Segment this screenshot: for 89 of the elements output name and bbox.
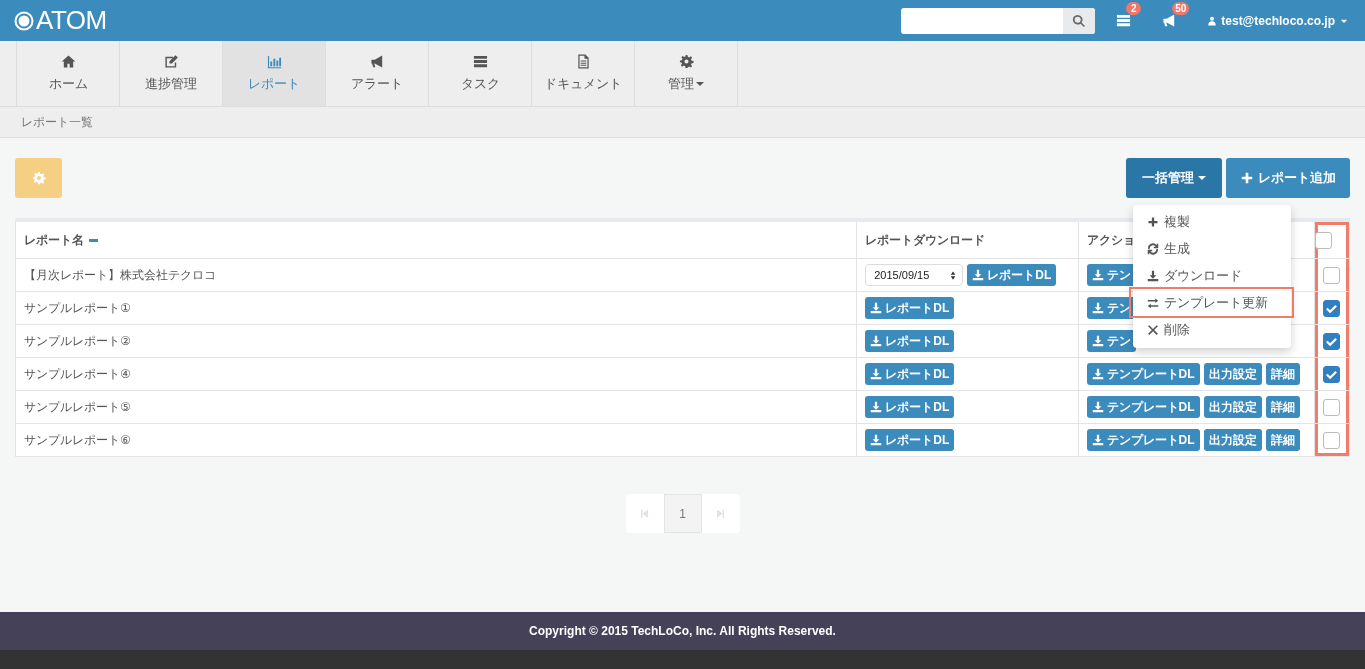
download-icon xyxy=(1147,269,1159,282)
download-icon xyxy=(1091,434,1104,446)
download-icon xyxy=(972,269,985,281)
user-menu[interactable]: test@techloco.co.jp xyxy=(1207,13,1349,28)
breadcrumb[interactable]: レポート一覧 xyxy=(21,113,93,131)
bulk-manage-button[interactable]: 一括管理 xyxy=(1126,158,1222,198)
page-button[interactable]: 1 xyxy=(663,494,702,533)
list-icon[interactable] xyxy=(1115,13,1133,28)
action-button[interactable]: 詳細 xyxy=(1265,429,1300,451)
table-cell: 【月次レポート】株式会社テクロコ xyxy=(15,258,857,292)
megaphone-icon xyxy=(369,54,385,69)
last-page-icon xyxy=(715,508,726,519)
home-icon xyxy=(60,54,76,69)
menu-item[interactable]: ダウンロード xyxy=(1133,262,1291,289)
list-icon xyxy=(472,54,488,69)
download-button[interactable]: レポートDL xyxy=(865,396,955,418)
count-badge: 50 xyxy=(1172,1,1190,15)
download-icon xyxy=(870,302,883,314)
date-field[interactable]: 2015/09/15 xyxy=(865,264,964,286)
caret-icon xyxy=(1198,175,1206,181)
download-button[interactable]: レポートDL xyxy=(865,330,955,352)
checkbox[interactable] xyxy=(1323,266,1341,284)
action-button[interactable]: テンプレートDL xyxy=(1086,396,1200,418)
nav-tab[interactable]: アラート xyxy=(325,41,428,106)
download-icon xyxy=(1091,335,1104,347)
logo-icon xyxy=(14,10,34,31)
action-button[interactable]: テン xyxy=(1086,330,1136,352)
spinner-icon xyxy=(950,270,957,280)
download-button[interactable]: レポートDL xyxy=(865,297,955,319)
download-icon xyxy=(1091,401,1104,413)
action-button[interactable]: 詳細 xyxy=(1265,363,1300,385)
download-icon xyxy=(870,401,883,413)
download-button[interactable]: レポートDL xyxy=(967,264,1057,286)
checkbox[interactable] xyxy=(1323,431,1341,449)
action-button[interactable]: 出力設定 xyxy=(1203,429,1262,451)
table-cell: サンプルレポート① xyxy=(15,291,857,325)
refresh-icon xyxy=(1147,242,1159,255)
action-button[interactable]: テンプレートDL xyxy=(1086,363,1200,385)
nav-tab[interactable]: ドキュメント xyxy=(531,41,634,106)
bar-chart-icon xyxy=(266,54,282,69)
menu-item[interactable]: 生成 xyxy=(1133,235,1291,262)
sort-icon[interactable] xyxy=(89,238,98,242)
add-report-button[interactable]: レポート追加 xyxy=(1226,158,1350,198)
close-icon xyxy=(1147,323,1159,336)
checkbox[interactable] xyxy=(1323,365,1341,383)
nav-tab[interactable]: 管理 xyxy=(634,41,738,106)
copyright-text: Copyright © 2015 TechLoCo, Inc. All Rights Reserved. xyxy=(529,624,836,638)
menu-item[interactable]: 複製 xyxy=(1133,208,1291,235)
nav-tab[interactable]: レポート xyxy=(222,41,325,106)
table-cell: サンプルレポート⑤ xyxy=(15,390,857,424)
first-page-icon xyxy=(639,508,650,519)
download-icon xyxy=(870,434,883,446)
menu-item[interactable]: 削除 xyxy=(1133,316,1291,343)
table-cell: サンプルレポート④ xyxy=(15,357,857,391)
column-header: レポート名 xyxy=(15,220,857,259)
download-icon xyxy=(870,368,883,380)
download-icon xyxy=(1091,269,1104,281)
action-button[interactable]: テン xyxy=(1086,264,1136,286)
checkbox[interactable] xyxy=(1323,299,1341,317)
column-header: レポートダウンロード xyxy=(856,220,1079,259)
download-icon xyxy=(1091,302,1104,314)
download-icon xyxy=(1091,368,1104,380)
logo-text: ATOM xyxy=(36,5,107,36)
plus-icon xyxy=(1240,171,1254,185)
table-cell: サンプルレポート⑥ xyxy=(15,423,857,457)
download-button[interactable]: レポートDL xyxy=(865,363,955,385)
download-button[interactable]: レポートDL xyxy=(865,429,955,451)
nav-tab[interactable]: ホーム xyxy=(16,41,119,106)
action-button[interactable]: 出力設定 xyxy=(1203,396,1262,418)
swap-icon xyxy=(1147,296,1159,309)
action-button[interactable]: テンプレートDL xyxy=(1086,429,1200,451)
checkbox[interactable] xyxy=(1323,398,1341,416)
download-icon xyxy=(870,335,883,347)
checkbox[interactable] xyxy=(1314,231,1332,249)
table-cell: サンプルレポート② xyxy=(15,324,857,358)
search-icon[interactable] xyxy=(1072,13,1087,28)
document-icon xyxy=(575,54,591,69)
count-badge: 2 xyxy=(1126,1,1142,15)
action-button[interactable]: 出力設定 xyxy=(1203,363,1262,385)
search-field[interactable] xyxy=(901,7,1096,34)
nav-tab[interactable]: タスク xyxy=(428,41,531,106)
checkbox[interactable] xyxy=(1323,332,1341,350)
pencil-icon xyxy=(163,54,179,69)
plus-icon xyxy=(1147,215,1159,228)
settings-icon xyxy=(678,54,694,69)
caret-icon xyxy=(696,81,704,87)
action-button[interactable]: 詳細 xyxy=(1265,396,1300,418)
user-icon xyxy=(1207,15,1218,26)
settings-icon xyxy=(31,171,46,185)
